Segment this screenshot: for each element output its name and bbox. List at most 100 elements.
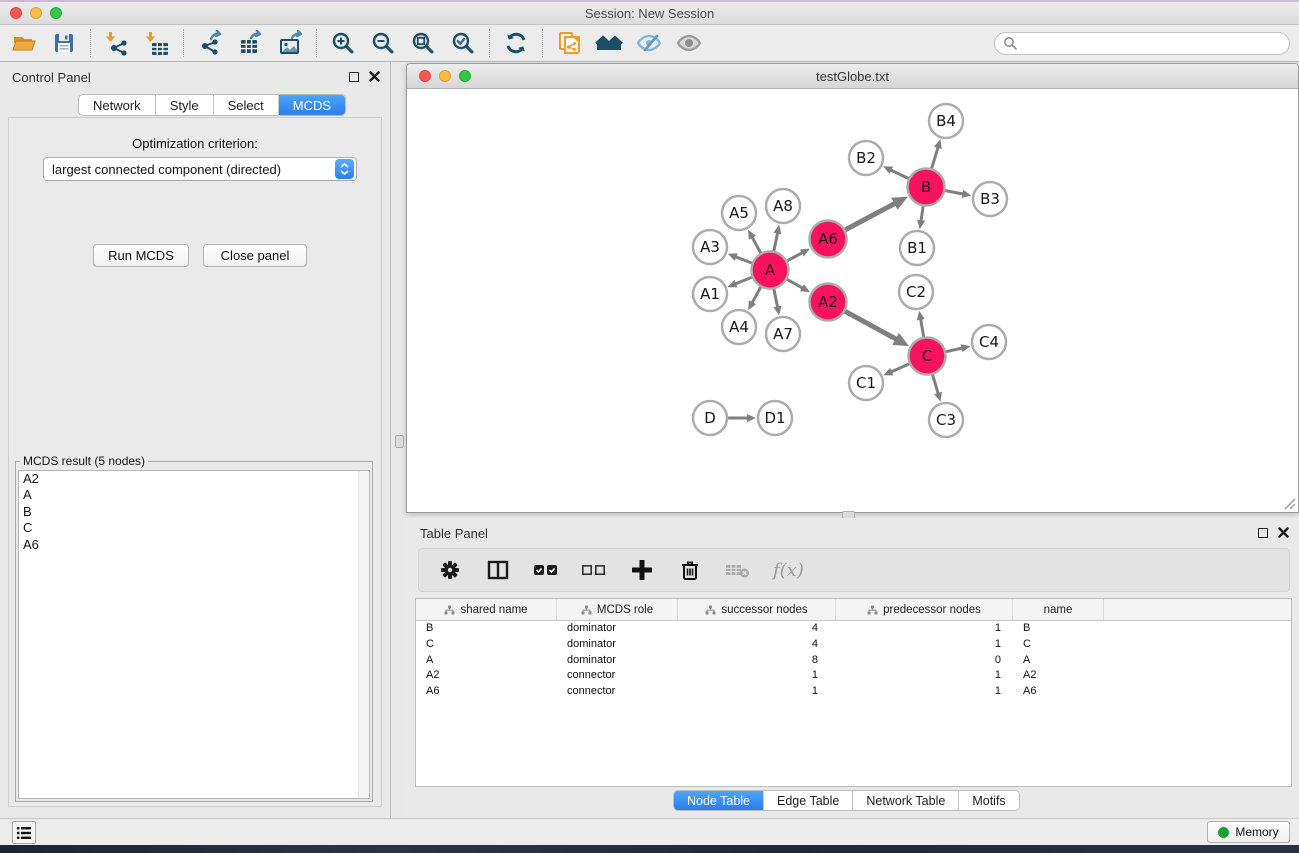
hide-graphics-details-icon[interactable] [629, 28, 669, 58]
graph-node-C2[interactable]: C2 [899, 275, 933, 309]
graph-node-C4[interactable]: C4 [972, 325, 1006, 359]
graph-node-A[interactable]: A [752, 252, 789, 289]
graph-edge-A-A5[interactable] [752, 236, 761, 252]
column-header-shared-name[interactable]: shared name [416, 599, 557, 620]
graph-node-A7[interactable]: A7 [766, 317, 800, 351]
optimization-criterion-select[interactable]: largest connected component (directed) [43, 157, 357, 181]
import-network-icon[interactable] [97, 28, 137, 58]
search-input[interactable] [1017, 34, 1281, 52]
graph-node-B4[interactable]: B4 [929, 104, 963, 138]
graph-node-A2[interactable]: A2 [810, 284, 847, 321]
add-row-icon[interactable] [629, 557, 655, 583]
column-header-successor-nodes[interactable]: successor nodes [678, 599, 836, 620]
tab-network[interactable]: Network [79, 95, 156, 115]
graph-node-A3[interactable]: A3 [693, 230, 727, 264]
mcds-result-item[interactable]: B [19, 504, 369, 520]
clear-all-checkboxes-icon[interactable] [581, 557, 607, 583]
graph-node-B[interactable]: B [908, 169, 945, 206]
refresh-view-icon[interactable] [496, 28, 536, 58]
close-panel-button[interactable]: Close panel [203, 244, 307, 267]
tab-select[interactable]: Select [214, 95, 279, 115]
graph-node-D[interactable]: D [693, 401, 727, 435]
task-history-button[interactable] [12, 821, 36, 844]
import-table-icon[interactable] [137, 28, 177, 58]
graph-edge-A-A8[interactable] [774, 232, 778, 251]
table-row[interactable]: Cdominator41C [416, 637, 1291, 653]
graph-node-B1[interactable]: B1 [900, 231, 934, 265]
graph-node-A5[interactable]: A5 [722, 196, 756, 230]
tab-style[interactable]: Style [156, 95, 214, 115]
mcds-result-item[interactable]: A2 [19, 471, 369, 487]
table-settings-icon[interactable] [437, 557, 463, 583]
graph-node-C3[interactable]: C3 [929, 403, 963, 437]
zoom-in-icon[interactable] [323, 28, 363, 58]
graph-edge-B-B4[interactable] [932, 147, 939, 169]
network-canvas[interactable]: B4 B2 B B3 A5 A8 A6 B1 A3 A C2 A1 A2 A4 A7 C4 C C1 C3 D D1 [407, 89, 1298, 512]
table-panel-header: Table Panel [406, 524, 1299, 544]
graph-edge-A-A4[interactable] [752, 287, 761, 303]
run-mcds-button[interactable]: Run MCDS [93, 244, 189, 267]
zoom-out-icon[interactable] [363, 28, 403, 58]
tab-node-table[interactable]: Node Table [674, 791, 764, 810]
tab-edge-table[interactable]: Edge Table [764, 791, 853, 810]
graph-node-C[interactable]: C [909, 338, 946, 375]
graph-node-B3[interactable]: B3 [973, 182, 1007, 216]
tab-mcds[interactable]: MCDS [279, 95, 345, 115]
zoom-selected-icon[interactable] [443, 28, 483, 58]
table-row[interactable]: A2connector11A2 [416, 668, 1291, 684]
float-table-panel-icon[interactable] [1258, 528, 1268, 538]
vertical-splitter-grip[interactable] [395, 435, 404, 448]
result-list-scrollbar[interactable] [358, 471, 369, 798]
show-columns-icon[interactable] [485, 557, 511, 583]
column-header-mcds-role[interactable]: MCDS role [557, 599, 678, 620]
export-network-icon[interactable] [190, 28, 230, 58]
column-header-name[interactable]: name [1013, 599, 1104, 620]
graph-node-A1[interactable]: A1 [693, 277, 727, 311]
graph-node-A8[interactable]: A8 [766, 189, 800, 223]
graph-edge-C-C1[interactable] [890, 364, 909, 372]
graph-edge-A-A6[interactable] [787, 252, 803, 261]
mcds-result-item[interactable]: A6 [19, 537, 369, 553]
graph-edge-B-B1[interactable] [921, 206, 923, 221]
graph-edge-C-C4[interactable] [946, 348, 963, 352]
graph-node-B2[interactable]: B2 [849, 141, 883, 175]
graph-node-A4[interactable]: A4 [722, 310, 756, 344]
graph-edge-B-B3[interactable] [945, 191, 964, 194]
tab-network-table[interactable]: Network Table [853, 791, 959, 810]
select-all-checkboxes-icon[interactable] [533, 557, 559, 583]
home-layout-icon[interactable] [589, 28, 629, 58]
graph-edge-C-C3[interactable] [933, 375, 939, 395]
graph-edge-A6-B[interactable] [845, 203, 896, 230]
mcds-result-item[interactable]: A [19, 487, 369, 503]
zoom-fit-icon[interactable] [403, 28, 443, 58]
graph-node-A6[interactable]: A6 [810, 221, 847, 258]
graph-edge-B-B2[interactable] [890, 170, 908, 179]
table-row[interactable]: Bdominator41B [416, 621, 1291, 637]
float-panel-icon[interactable] [349, 72, 359, 82]
column-header-predecessor-nodes[interactable]: predecessor nodes [836, 599, 1013, 620]
duplicate-network-icon[interactable] [549, 28, 589, 58]
graph-edge-A-A2[interactable] [787, 279, 803, 288]
close-panel-icon[interactable] [369, 71, 380, 82]
graph-edge-A-A1[interactable] [735, 277, 752, 284]
tab-motifs[interactable]: Motifs [959, 791, 1018, 810]
open-session-icon[interactable] [4, 28, 44, 58]
graph-edge-A-A3[interactable] [735, 257, 752, 263]
memory-button[interactable]: Memory [1207, 821, 1290, 843]
graph-edge-A-A7[interactable] [774, 289, 778, 308]
graph-edge-C-C2[interactable] [921, 318, 924, 337]
save-session-icon[interactable] [44, 28, 84, 58]
graph-node-D1[interactable]: D1 [758, 401, 792, 435]
delete-row-icon[interactable] [677, 557, 703, 583]
table-row[interactable]: A6connector11A6 [416, 684, 1291, 700]
graph-edge-A2-C[interactable] [845, 311, 898, 340]
graph-node-C1[interactable]: C1 [849, 366, 883, 400]
delete-table-icon[interactable] [725, 557, 751, 583]
table-row[interactable]: Adominator80A [416, 653, 1291, 669]
close-table-panel-icon[interactable] [1278, 527, 1289, 538]
export-image-icon[interactable] [270, 28, 310, 58]
show-graphics-details-icon[interactable] [669, 28, 709, 58]
mcds-result-item[interactable]: C [19, 520, 369, 536]
export-table-icon[interactable] [230, 28, 270, 58]
resize-grip-icon[interactable] [1282, 496, 1296, 510]
